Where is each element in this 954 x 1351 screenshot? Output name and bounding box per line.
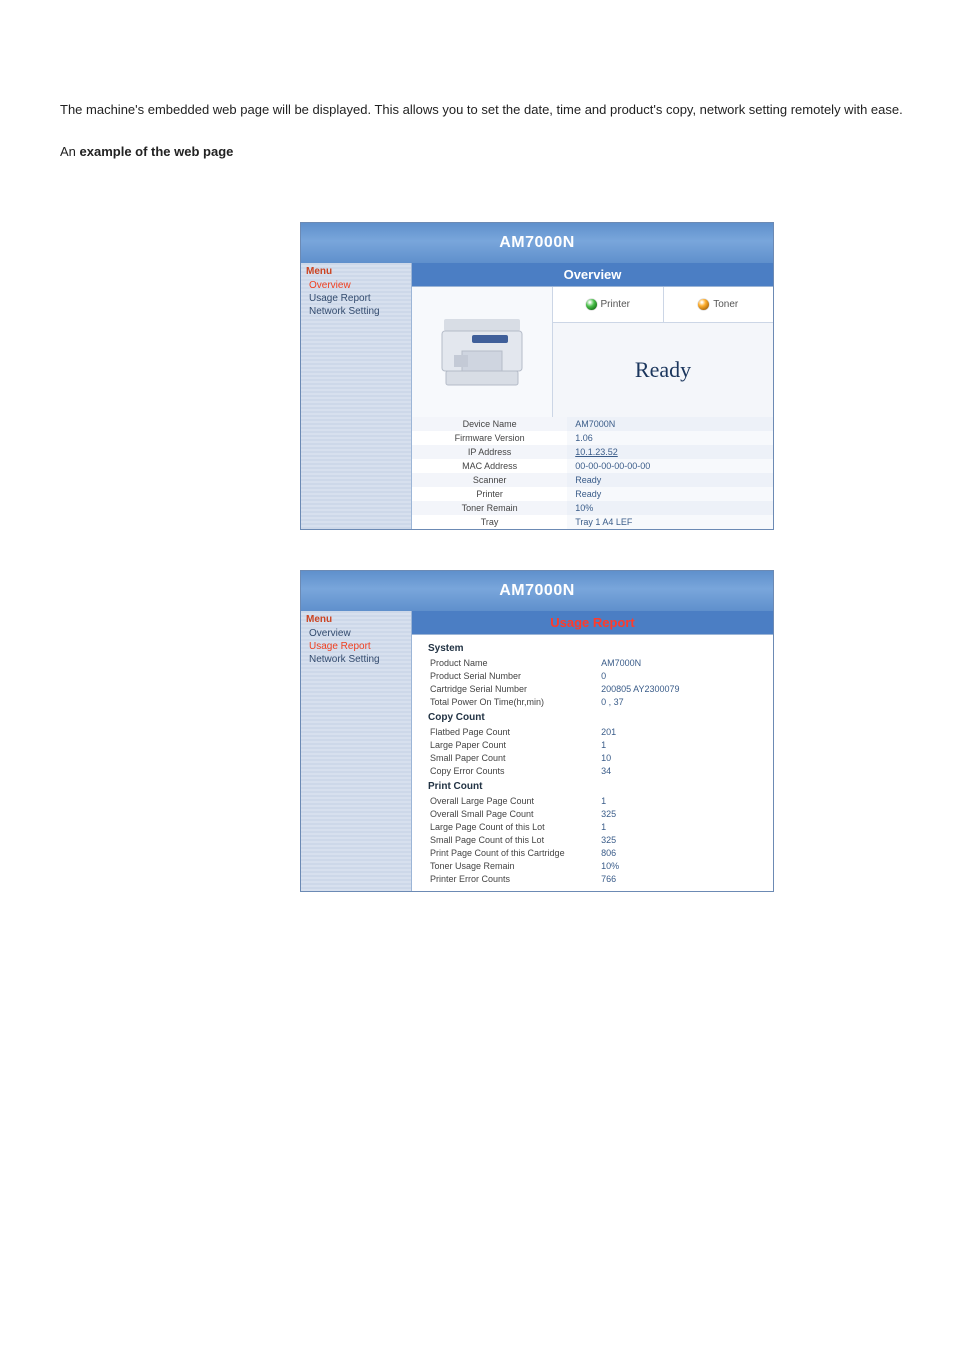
printer-indicator: Printer (553, 287, 663, 322)
report-value: 0 (599, 669, 757, 682)
sidebar-item-overview[interactable]: Overview (301, 627, 411, 640)
intro-paragraph: The machine's embedded web page will be … (60, 100, 954, 162)
ready-status: Ready (553, 323, 773, 417)
report-label: Small Page Count of this Lot (428, 833, 599, 846)
report-label: Printer Error Counts (428, 872, 599, 885)
printer-indicator-label: Printer (601, 299, 630, 310)
intro-line-2: example of the web page (80, 144, 234, 159)
section-header: Usage Report (412, 611, 773, 635)
report-value: 325 (599, 807, 757, 820)
report-value: 10 (599, 751, 757, 764)
intro-line-1: The machine's embedded web page will be … (60, 100, 954, 121)
overview-screenshot: AM7000N Menu Overview Usage Report Netwo… (300, 222, 774, 530)
sidebar: Menu Overview Usage Report Network Setti… (301, 263, 411, 529)
report-label: Product Serial Number (428, 669, 599, 682)
report-label: Small Paper Count (428, 751, 599, 764)
sidebar-item-network-setting[interactable]: Network Setting (301, 305, 411, 318)
printer-icon (432, 307, 532, 397)
report-value: 766 (599, 872, 757, 885)
product-title: AM7000N (499, 234, 575, 252)
group-header: System (428, 639, 757, 656)
spec-value: 1.06 (567, 431, 773, 445)
report-label: Print Page Count of this Cartridge (428, 846, 599, 859)
usage-report-screenshot: AM7000N Menu Overview Usage Report Netwo… (300, 570, 774, 892)
spec-label: Tray (412, 515, 567, 529)
report-label: Overall Small Page Count (428, 807, 599, 820)
report-value: 0 , 37 (599, 695, 757, 708)
report-label: Copy Error Counts (428, 764, 599, 777)
spec-value: Ready (567, 473, 773, 487)
spec-label: Firmware Version (412, 431, 567, 445)
report-label: Overall Large Page Count (428, 794, 599, 807)
report-label: Total Power On Time(hr,min) (428, 695, 599, 708)
spec-value: 00-00-00-00-00-00 (567, 459, 773, 473)
report-label: Large Page Count of this Lot (428, 820, 599, 833)
spec-value[interactable]: 10.1.23.52 (567, 445, 773, 459)
spec-label: Printer (412, 487, 567, 501)
group-header: Print Count (428, 777, 757, 794)
report-value: 10% (599, 859, 757, 872)
printer-image (412, 287, 553, 417)
report-value: 200805 AY2300079 (599, 682, 757, 695)
sidebar-item-usage-report[interactable]: Usage Report (301, 292, 411, 305)
menu-header: Menu (301, 266, 411, 279)
report-value: 1 (599, 820, 757, 833)
spec-value: AM7000N (567, 417, 773, 431)
report-label: Toner Usage Remain (428, 859, 599, 872)
toner-indicator: Toner (663, 287, 774, 322)
sidebar-item-usage-report[interactable]: Usage Report (301, 640, 411, 653)
menu-header: Menu (301, 614, 411, 627)
sidebar-item-network-setting[interactable]: Network Setting (301, 653, 411, 666)
banner: AM7000N (301, 571, 773, 611)
banner: AM7000N (301, 223, 773, 263)
sidebar-item-overview[interactable]: Overview (301, 279, 411, 292)
report-value: 1 (599, 794, 757, 807)
report-value: 1 (599, 738, 757, 751)
spec-value: 10% (567, 501, 773, 515)
spec-label: MAC Address (412, 459, 567, 473)
group-header: Copy Count (428, 708, 757, 725)
report-value: AM7000N (599, 656, 757, 669)
spec-label: Toner Remain (412, 501, 567, 515)
spec-label: Scanner (412, 473, 567, 487)
report-value: 806 (599, 846, 757, 859)
toner-indicator-label: Toner (713, 299, 738, 310)
spec-value: Ready (567, 487, 773, 501)
intro-line-2-prefix: An (60, 144, 80, 159)
spec-label: IP Address (412, 445, 567, 459)
report-value: 325 (599, 833, 757, 846)
spec-value: Tray 1 A4 LEF (567, 515, 773, 529)
report-value: 201 (599, 725, 757, 738)
report-label: Flatbed Page Count (428, 725, 599, 738)
sidebar: Menu Overview Usage Report Network Setti… (301, 611, 411, 891)
report-label: Product Name (428, 656, 599, 669)
section-header: Overview (412, 263, 773, 287)
status-dot-icon (586, 299, 597, 310)
spec-label: Device Name (412, 417, 567, 431)
product-title: AM7000N (499, 582, 575, 600)
report-table: SystemProduct NameAM7000NProduct Serial … (412, 635, 773, 891)
report-label: Cartridge Serial Number (428, 682, 599, 695)
status-dot-icon (698, 299, 709, 310)
specs-table: Device NameAM7000NFirmware Version1.06IP… (412, 417, 773, 529)
report-label: Large Paper Count (428, 738, 599, 751)
report-value: 34 (599, 764, 757, 777)
